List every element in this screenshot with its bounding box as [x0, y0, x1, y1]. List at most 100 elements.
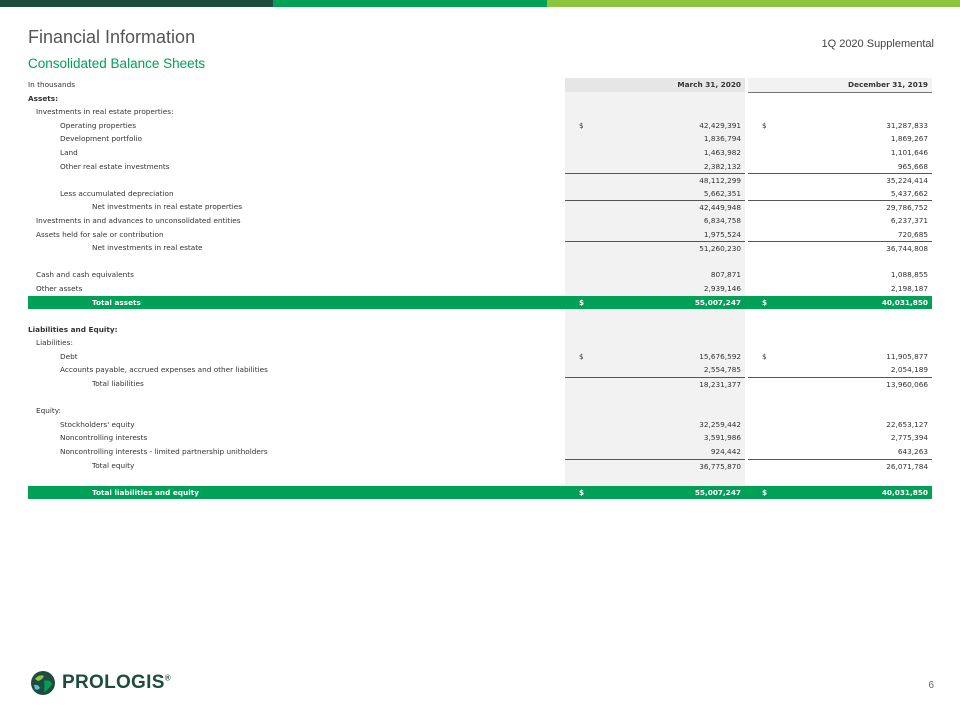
- table-row: Net investments in real estate propertie…: [28, 200, 932, 215]
- amount: 48,112,299: [699, 176, 741, 186]
- value-march-2020: [565, 336, 745, 350]
- value-dec-2019: 26,071,784: [748, 458, 932, 474]
- logo-wordmark: PROLOGIS®: [62, 672, 171, 693]
- value-march-2020: $42,429,391: [565, 118, 745, 133]
- value-dec-2019: 2,198,187: [748, 282, 932, 296]
- row-label: Noncontrolling interests - limited partn…: [60, 447, 268, 457]
- table-row: [28, 390, 932, 405]
- table-row: Noncontrolling interests 3,591,986 2,775,3…: [28, 431, 932, 446]
- dollar-sign: $: [579, 120, 584, 130]
- value-dec-2019: $40,031,850: [748, 296, 932, 310]
- dollar-sign: $: [762, 351, 767, 361]
- row-label: Land: [60, 147, 78, 157]
- value-dec-2019: 965,668: [748, 160, 932, 174]
- value-march-2020: 807,871: [565, 268, 745, 282]
- value-dec-2019: $40,031,850: [748, 486, 932, 500]
- row-label: Liabilities and Equity:: [28, 324, 118, 334]
- value-march-2020: [565, 91, 745, 106]
- amount: 55,007,247: [694, 487, 741, 497]
- amount: 5,437,662: [890, 188, 928, 198]
- value-march-2020: 51,260,230: [565, 241, 745, 256]
- amount: 2,054,189: [890, 365, 928, 375]
- value-march-2020: $55,007,247: [565, 486, 745, 500]
- dollar-sign: $: [579, 487, 585, 497]
- amount: 31,287,833: [886, 120, 928, 130]
- amount: 1,101,646: [890, 147, 928, 157]
- amount: 29,786,752: [886, 203, 928, 213]
- table-row: Total equity 36,775,870 26,071,784: [28, 458, 932, 474]
- globe-icon: [31, 671, 55, 695]
- value-march-2020: 2,382,132: [565, 159, 745, 174]
- value-march-2020: 2,554,785: [565, 363, 745, 378]
- prologis-logo: PROLOGIS®: [30, 670, 171, 696]
- value-dec-2019: 36,744,808: [748, 241, 932, 256]
- value-dec-2019: $31,287,833: [748, 119, 932, 133]
- amount: 13,960,066: [886, 380, 928, 390]
- row-label: Accounts payable, accrued expenses and o…: [60, 365, 268, 375]
- value-march-2020: 3,591,986: [565, 431, 745, 446]
- value-dec-2019: 5,437,662: [748, 187, 932, 201]
- value-dec-2019: 643,263: [748, 445, 932, 459]
- value-dec-2019: [748, 105, 932, 119]
- table-row: Investments in and advances to unconsoli…: [28, 213, 932, 228]
- amount: 22,653,127: [886, 419, 928, 429]
- value-dec-2019: 1,869,267: [748, 132, 932, 146]
- table-row: Accounts payable, accrued expenses and o…: [28, 363, 932, 378]
- table-row: Investments in real estate properties:: [28, 105, 932, 119]
- total-row: Total assets $55,007,247 $40,031,850: [28, 295, 932, 310]
- value-dec-2019: 1,088,855: [748, 268, 932, 282]
- amount: 42,429,391: [699, 120, 741, 130]
- col-header-label: March 31, 2020: [677, 80, 741, 89]
- amount: 1,836,794: [703, 134, 741, 144]
- row-label: Other assets: [36, 283, 83, 293]
- table-row: Total liabilities 18,231,377 13,960,066: [28, 377, 932, 392]
- amount: 1,869,267: [890, 134, 928, 144]
- value-march-2020: 5,662,351: [565, 186, 745, 201]
- value-march-2020: [565, 309, 745, 323]
- amount: 51,260,230: [699, 244, 741, 254]
- row-label: Debt: [60, 351, 78, 361]
- amount: 40,031,850: [881, 487, 928, 497]
- value-dec-2019: [748, 336, 932, 350]
- amount: 643,263: [897, 447, 928, 457]
- amount: 11,905,877: [886, 351, 928, 361]
- amount: 2,554,785: [703, 365, 741, 375]
- table-row: 48,112,299 35,224,414: [28, 173, 932, 188]
- amount: 36,744,808: [886, 244, 928, 254]
- value-march-2020: 32,259,442: [565, 417, 745, 432]
- value-dec-2019: 6,237,371: [748, 214, 932, 228]
- value-march-2020: 36,775,870: [565, 458, 745, 474]
- table-row: Operating properties $42,429,391 $31,287,8…: [28, 118, 932, 133]
- value-dec-2019: 29,786,752: [748, 200, 932, 215]
- amount: 720,685: [897, 229, 928, 239]
- dollar-sign: $: [762, 487, 768, 497]
- table-header-row: In thousands March 31, 2020 December 31,…: [28, 78, 932, 93]
- value-dec-2019: 720,685: [748, 228, 932, 242]
- amount: 55,007,247: [694, 297, 741, 307]
- page-title: Financial Information: [28, 27, 196, 47]
- amount: 6,834,758: [703, 215, 741, 225]
- supplemental-label: 1Q 2020 Supplemental: [821, 38, 934, 50]
- row-label: Total assets: [92, 297, 141, 307]
- row-label: Other real estate investments: [60, 161, 170, 171]
- table-row: Net investments in real estate 51,260,230…: [28, 241, 932, 256]
- value-dec-2019: 1,101,646: [748, 146, 932, 160]
- table-row: Stockholders' equity 32,259,442 22,653,127: [28, 417, 932, 432]
- col-header-label: December 31, 2019: [848, 80, 928, 89]
- amount: 32,259,442: [699, 419, 741, 429]
- page-number: 6: [928, 680, 934, 691]
- amount: 26,071,784: [886, 461, 928, 471]
- table-row: Liabilities:: [28, 336, 932, 350]
- row-label: Net investments in real estate propertie…: [92, 202, 243, 212]
- top-bar-segment-dark: [0, 0, 273, 7]
- amount: 6,237,371: [890, 215, 928, 225]
- dollar-sign: $: [762, 120, 767, 130]
- value-dec-2019: [748, 92, 932, 106]
- amount: 2,382,132: [703, 161, 741, 171]
- row-label: Equity:: [36, 406, 62, 416]
- amount: 1,463,982: [703, 147, 741, 157]
- value-march-2020: 48,112,299: [565, 173, 745, 188]
- row-label: Cash and cash equivalents: [36, 270, 134, 280]
- col-header-dec-2019: December 31, 2019: [748, 78, 932, 93]
- dollar-sign: $: [579, 351, 584, 361]
